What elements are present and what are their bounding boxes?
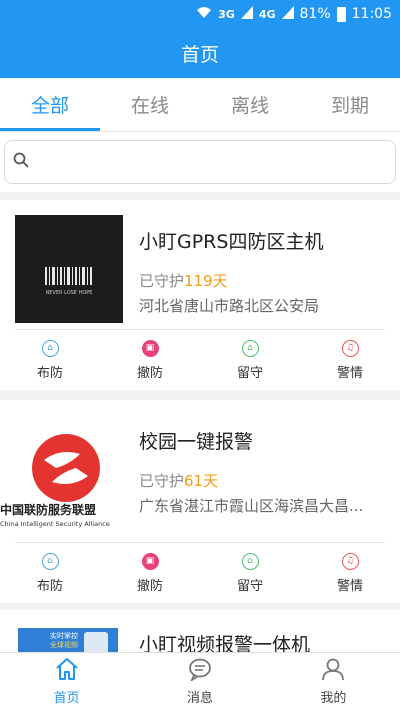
battery-percent: 81% <box>299 6 331 22</box>
alarm-bell-icon: ♫ <box>341 552 359 570</box>
app-bar: 首页 <box>0 28 400 78</box>
guard-label: 已守护 <box>139 472 185 490</box>
nav-me-label: 我的 <box>320 691 347 706</box>
page-title: 首页 <box>180 43 219 66</box>
device-card[interactable]: 中国联防服务联盟 China Intelligent Security Alli… <box>0 400 400 603</box>
tab-all[interactable]: 全部 <box>0 78 100 131</box>
guard-duration: 已守护119天 <box>139 270 228 291</box>
home-icon <box>54 657 80 685</box>
card-divider <box>15 542 385 543</box>
thumbnail-caption: NEVER LOSE HOPE <box>46 290 93 296</box>
alarm-label: 警情 <box>336 578 363 594</box>
action-row: ⌂ 布防 ▣ 撤防 ⌂ 留守 ♫ 警情 <box>0 330 400 390</box>
wifi-icon <box>196 6 212 23</box>
guard-label: 已守护 <box>139 272 185 290</box>
guard-days: 61天 <box>184 472 219 490</box>
stay-label: 留守 <box>236 365 263 381</box>
tab-offline[interactable]: 离线 <box>200 78 300 131</box>
device-logo: 中国联防服务联盟 China Intelligent Security Alli… <box>0 420 124 530</box>
battery-icon <box>336 6 346 22</box>
disarm-label: 撤防 <box>136 365 163 381</box>
user-icon <box>320 657 346 685</box>
message-icon <box>187 657 213 685</box>
arm-label: 布防 <box>36 578 63 594</box>
device-name: 小盯视频报警一体机 <box>139 634 311 652</box>
signal-icon-2 <box>281 5 294 23</box>
tab-online[interactable]: 在线 <box>100 78 200 131</box>
arm-button[interactable]: ⌂ 布防 <box>0 543 100 603</box>
disarm-button[interactable]: ▣ 撤防 <box>100 330 200 390</box>
guard-duration: 已守护61天 <box>139 470 218 491</box>
nav-home[interactable]: 首页 <box>0 653 133 710</box>
thumbnail-text-2: 全球视频 <box>50 640 78 649</box>
alarm-button[interactable]: ♫ 警情 <box>300 330 400 390</box>
device-address: 河北省唐山市路北区公安局 <box>139 297 320 315</box>
action-row: ⌂ 布防 ▣ 撤防 ⌂ 留守 ♫ 警情 <box>0 543 400 603</box>
device-thumbnail: NEVER LOSE HOPE <box>15 215 123 323</box>
guard-days: 119天 <box>184 272 228 290</box>
search-bar <box>0 132 400 192</box>
device-address: 广东省湛江市霞山区海滨昌大昌... <box>139 497 364 515</box>
arm-button[interactable]: ⌂ 布防 <box>0 330 100 390</box>
filter-tabs: 全部 在线 离线 到期 <box>0 78 400 132</box>
status-bar: 3G 4G 81% 11:05 <box>0 0 400 28</box>
disarm-button[interactable]: ▣ 撤防 <box>100 543 200 603</box>
stay-label: 留守 <box>236 578 263 594</box>
search-input[interactable] <box>35 153 395 171</box>
search-icon <box>13 152 29 172</box>
logo-text-en: China Intelligent Security Alliance <box>0 520 110 528</box>
nav-me[interactable]: 我的 <box>267 653 400 710</box>
signal-icon <box>240 5 253 23</box>
card-divider <box>15 329 385 330</box>
nav-home-label: 首页 <box>53 691 80 706</box>
home-icon: ⌂ <box>241 552 259 570</box>
stay-button[interactable]: ⌂ 留守 <box>200 543 300 603</box>
thumbnail-text-1: 实时掌控 <box>50 631 78 640</box>
device-card[interactable]: 实时掌控 全球视频 小盯视频报警一体机 <box>0 610 400 652</box>
disarm-label: 撤防 <box>136 578 163 594</box>
bottom-nav: 首页 消息 我的 <box>0 652 400 710</box>
device-name: 小盯GPRS四防区主机 <box>139 231 324 253</box>
lock-icon: ▣ <box>141 552 159 570</box>
tab-expired[interactable]: 到期 <box>300 78 400 131</box>
device-card[interactable]: NEVER LOSE HOPE 小盯GPRS四防区主机 已守护119天 河北省唐… <box>0 200 400 390</box>
lock-icon: ▣ <box>141 339 159 357</box>
search-box[interactable] <box>4 140 396 184</box>
alarm-bell-icon: ♫ <box>341 339 359 357</box>
logo-text-cn: 中国联防服务联盟 <box>0 502 96 517</box>
device-name: 校园一键报警 <box>139 431 254 453</box>
home-icon: ⌂ <box>241 339 259 357</box>
arm-label: 布防 <box>36 365 63 381</box>
alarm-button[interactable]: ♫ 警情 <box>300 543 400 603</box>
stay-button[interactable]: ⌂ 留守 <box>200 330 300 390</box>
nav-messages-label: 消息 <box>186 691 213 706</box>
device-thumbnail: 实时掌控 全球视频 <box>18 628 118 652</box>
clock-time: 11:05 <box>351 6 392 22</box>
network-type-3g: 3G <box>218 7 235 21</box>
alarm-label: 警情 <box>336 365 363 381</box>
network-type-4g: 4G <box>258 7 276 21</box>
lock-open-icon: ⌂ <box>41 552 59 570</box>
lock-open-icon: ⌂ <box>41 339 59 357</box>
nav-messages[interactable]: 消息 <box>133 653 266 710</box>
